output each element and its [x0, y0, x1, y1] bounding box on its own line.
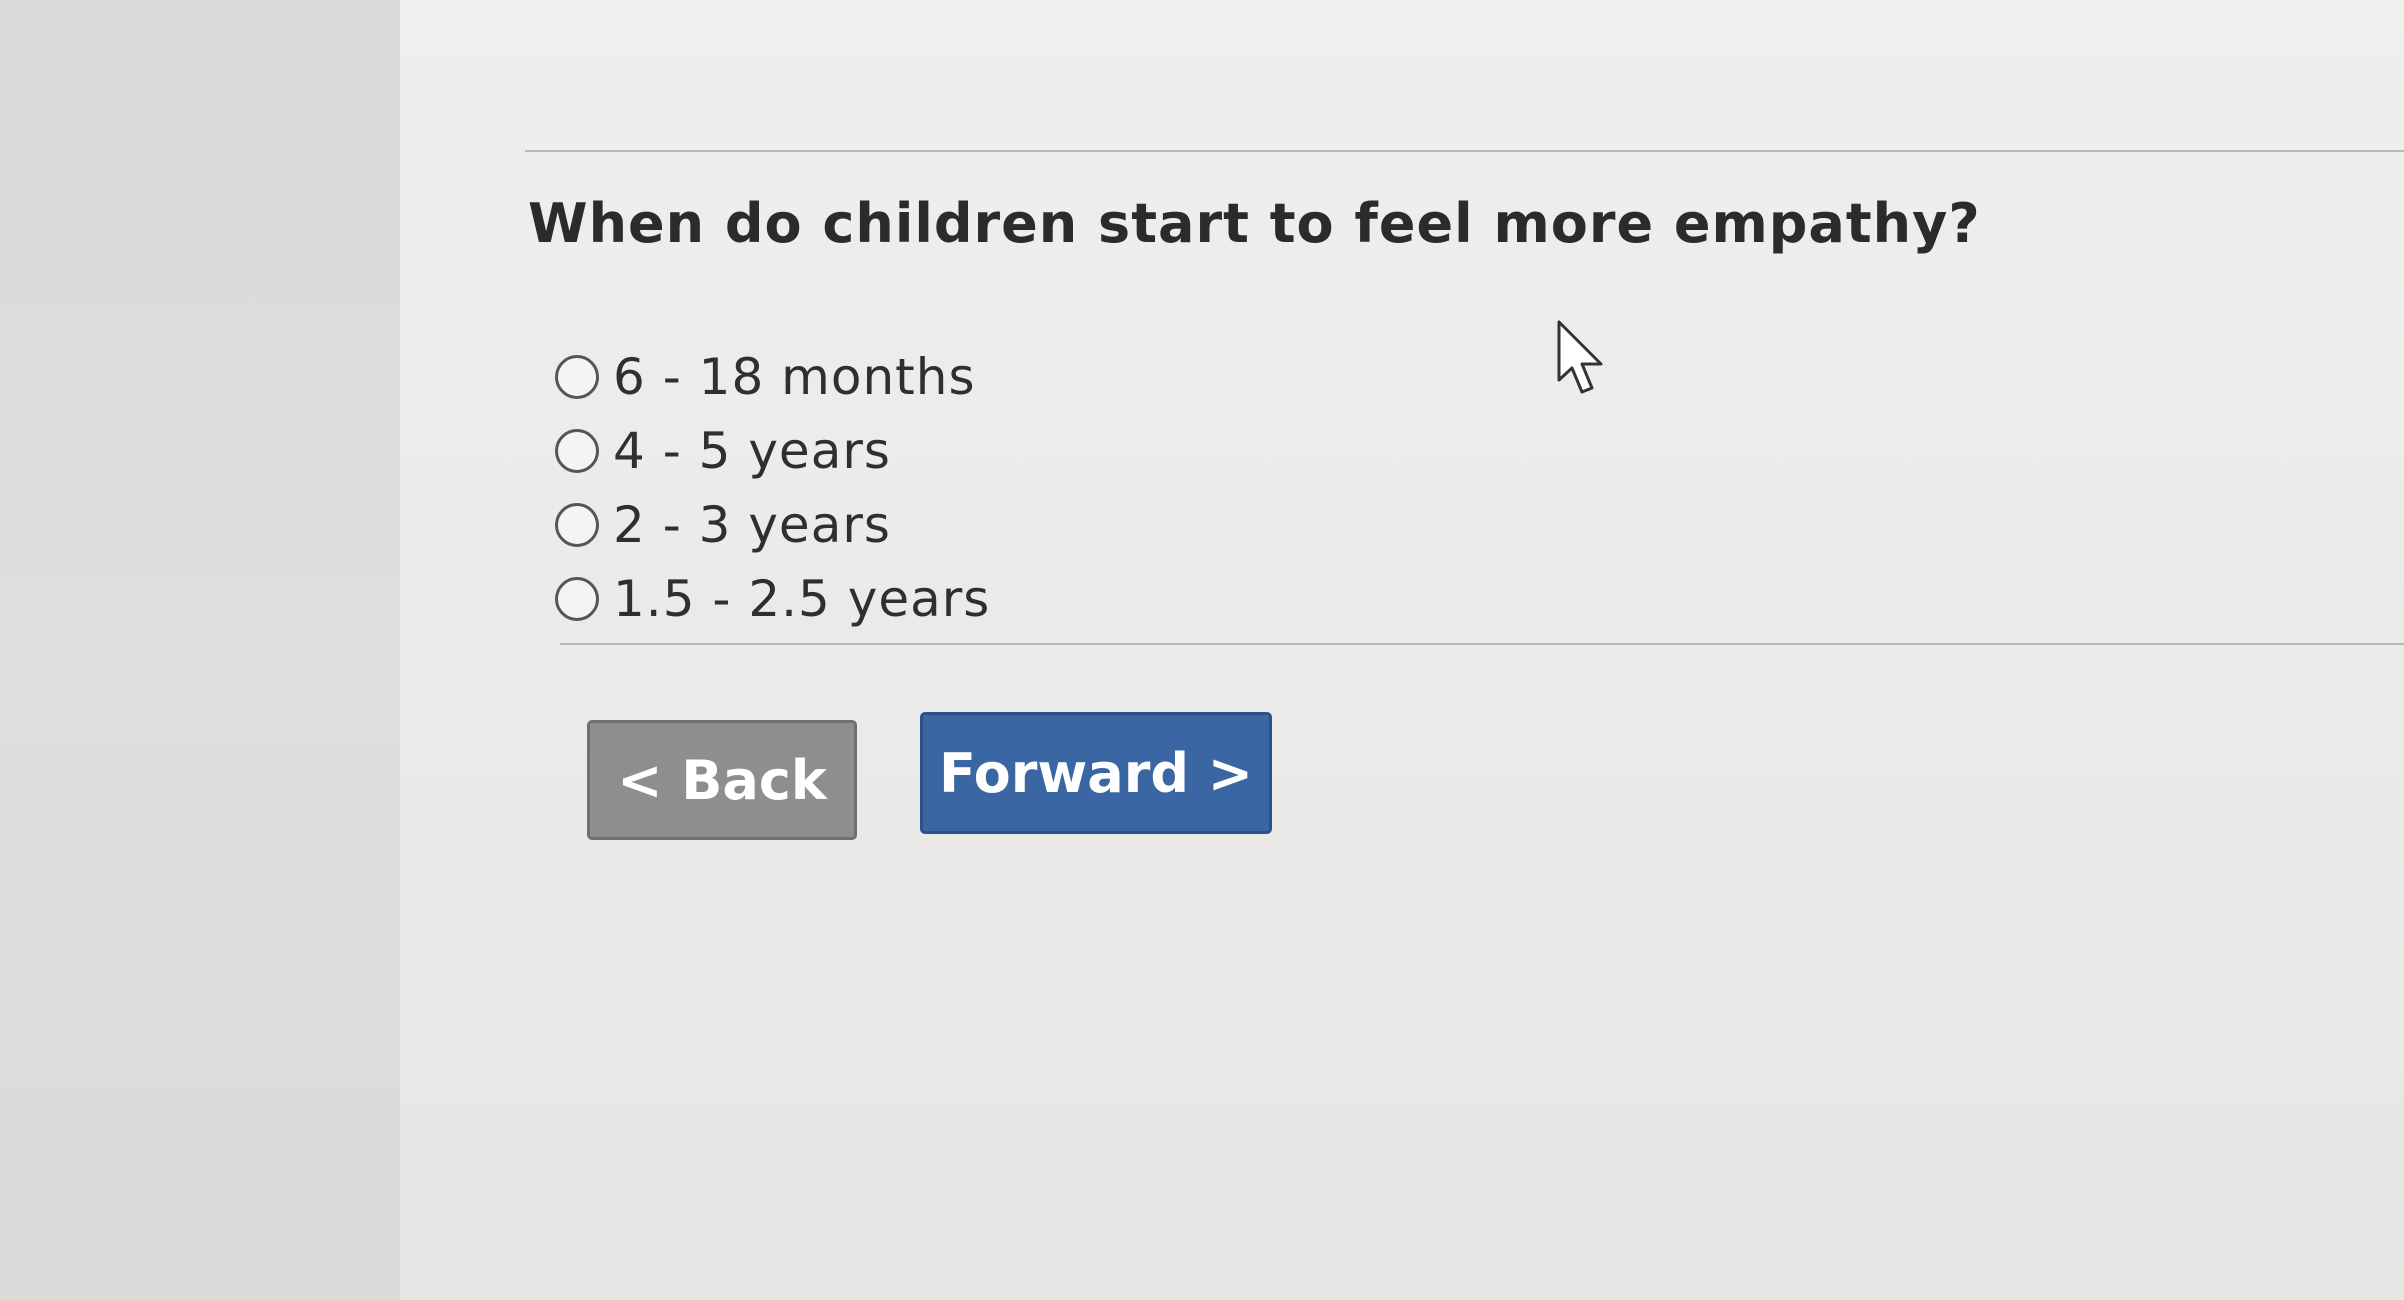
- radio-button[interactable]: [555, 355, 599, 399]
- option-label: 2 - 3 years: [613, 496, 891, 554]
- question-text: When do children start to feel more empa…: [528, 192, 1981, 255]
- option-6-18-months[interactable]: 6 - 18 months: [555, 340, 990, 414]
- back-button[interactable]: < Back: [587, 720, 857, 840]
- left-margin-panel: [0, 0, 400, 1300]
- bottom-divider: [560, 643, 2404, 645]
- top-divider: [525, 150, 2404, 152]
- answer-options: 6 - 18 months 4 - 5 years 2 - 3 years 1.…: [555, 340, 990, 636]
- option-1-5-2-5-years[interactable]: 1.5 - 2.5 years: [555, 562, 990, 636]
- option-label: 4 - 5 years: [613, 422, 891, 480]
- option-2-3-years[interactable]: 2 - 3 years: [555, 488, 990, 562]
- option-label: 6 - 18 months: [613, 348, 976, 406]
- radio-button[interactable]: [555, 577, 599, 621]
- mouse-pointer-icon: [1557, 320, 1603, 394]
- forward-button[interactable]: Forward >: [920, 712, 1272, 834]
- option-4-5-years[interactable]: 4 - 5 years: [555, 414, 990, 488]
- radio-button[interactable]: [555, 503, 599, 547]
- radio-button[interactable]: [555, 429, 599, 473]
- option-label: 1.5 - 2.5 years: [613, 570, 991, 628]
